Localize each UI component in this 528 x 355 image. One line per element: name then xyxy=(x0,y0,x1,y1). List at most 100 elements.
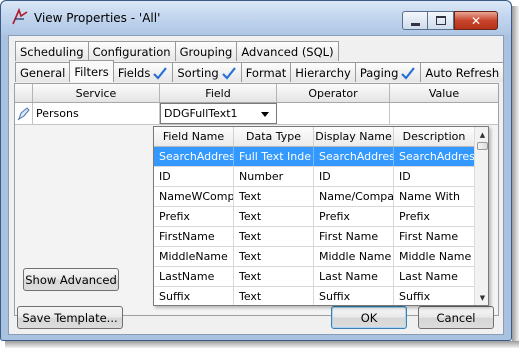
checkmark-icon xyxy=(221,66,236,80)
field-combobox-value: DDGFullText1 xyxy=(164,107,238,120)
tab-label: Fields xyxy=(117,65,151,80)
dropdown-scrollbar[interactable]: ▲ ▼ xyxy=(474,127,488,305)
checkmark-icon xyxy=(153,66,168,80)
dropdown-row[interactable]: MiddleName Text Middle Name Middle Name xyxy=(154,247,474,267)
maximize-button[interactable] xyxy=(428,11,454,30)
column-header-value[interactable]: Value xyxy=(390,84,498,102)
tab-sorting[interactable]: Sorting xyxy=(172,62,242,82)
filter-grid-header: Service Field Operator Value xyxy=(15,84,498,103)
show-advanced-button[interactable]: Show Advanced xyxy=(23,268,119,291)
dropdown-arrow-icon[interactable] xyxy=(256,104,274,125)
window-shadow-right xyxy=(512,6,519,343)
dropdown-cell-display-name: Prefix xyxy=(314,207,394,226)
ok-button[interactable]: OK xyxy=(331,306,407,329)
dropdown-cell-display-name: ID xyxy=(314,167,394,186)
minimize-icon xyxy=(411,23,420,26)
dropdown-header-field-name: Field Name xyxy=(154,127,234,146)
dropdown-row[interactable]: Suffix Text Suffix Suffix xyxy=(154,287,474,305)
dropdown-cell-data-type: Text xyxy=(234,267,314,286)
tab-label: Auto Refresh xyxy=(425,65,500,80)
dropdown-cell-display-name: Name/Compa xyxy=(314,187,394,206)
dropdown-cell-field-name: LastName xyxy=(154,267,234,286)
dropdown-cell-display-name: Last Name xyxy=(314,267,394,286)
dropdown-cell-description: ID xyxy=(399,170,411,183)
cell-value[interactable] xyxy=(390,103,498,124)
tab-label: Scheduling xyxy=(20,44,84,59)
column-header-service[interactable]: Service xyxy=(33,84,160,102)
dropdown-cell-data-type: Full Text Inde xyxy=(234,147,314,166)
scroll-thumb[interactable] xyxy=(477,142,488,150)
tab-label: Paging xyxy=(359,65,399,80)
tab-configuration[interactable]: Configuration xyxy=(87,41,176,61)
tab-label: Grouping xyxy=(179,44,233,59)
window-title: View Properties - 'All' xyxy=(34,11,161,25)
tab-paging[interactable]: Paging xyxy=(354,62,422,82)
dropdown-cell-data-type: Text xyxy=(234,207,314,226)
minimize-button[interactable] xyxy=(402,11,428,30)
dropdown-cell-data-type: Number xyxy=(234,167,314,186)
tab-fields[interactable]: Fields xyxy=(112,62,174,82)
dropdown-row[interactable]: SearchAddres Full Text Inde SearchAddres Se… xyxy=(154,147,474,167)
column-header-operator[interactable]: Operator xyxy=(277,84,390,102)
dropdown-cell-field-name: ID xyxy=(154,167,234,186)
tab-label: Hierarchy xyxy=(295,65,351,80)
scroll-up-arrow-icon[interactable]: ▲ xyxy=(475,127,488,142)
dropdown-cell-description: Suffix xyxy=(399,290,431,303)
dropdown-cell-data-type: Text xyxy=(234,247,314,266)
tab-scheduling[interactable]: Scheduling xyxy=(15,41,89,61)
dropdown-header: Field Name Data Type Display Name Descri… xyxy=(154,127,474,147)
tab-label: Advanced (SQL) xyxy=(241,44,334,59)
row-edit-indicator xyxy=(15,103,33,124)
tab-label: General xyxy=(20,65,66,80)
dropdown-cell-field-name: FirstName xyxy=(154,227,234,246)
filter-row[interactable]: Persons DDGFullText1 xyxy=(15,103,498,125)
dropdown-cell-field-name: MiddleName xyxy=(154,247,234,266)
tab-advanced-sql[interactable]: Advanced (SQL) xyxy=(236,41,339,61)
save-template-button[interactable]: Save Template... xyxy=(17,306,123,329)
column-header-field[interactable]: Field xyxy=(160,84,277,102)
dropdown-row[interactable]: LastName Text Last Name Last Name xyxy=(154,267,474,287)
dropdown-cell-field-name: Prefix xyxy=(154,207,234,226)
tab-label: Filters xyxy=(74,64,109,79)
close-button[interactable]: ✕ xyxy=(454,11,498,30)
dropdown-row[interactable]: Prefix Text Prefix Prefix xyxy=(154,207,474,227)
title-bar[interactable]: View Properties - 'All' ✕ xyxy=(1,1,511,35)
dropdown-cell-description: Middle Name xyxy=(399,250,472,263)
dropdown-cell-description: SearchAddres xyxy=(399,150,474,163)
tab-format[interactable]: Format xyxy=(240,62,292,82)
maximize-icon xyxy=(436,16,446,25)
dropdown-row[interactable]: FirstName Text First Name First Name xyxy=(154,227,474,247)
dropdown-row[interactable]: ID Number ID ID xyxy=(154,167,474,187)
dropdown-cell-data-type: Text xyxy=(234,287,314,305)
cell-operator[interactable] xyxy=(277,103,390,124)
tab-auto-refresh[interactable]: Auto Refresh xyxy=(420,62,505,82)
dropdown-cell-description: First Name xyxy=(399,230,459,243)
dropdown-cell-description: Prefix xyxy=(399,210,430,223)
dropdown-cell-field-name: SearchAddres xyxy=(154,147,234,166)
checkmark-icon xyxy=(401,66,416,80)
dropdown-cell-display-name: Suffix xyxy=(314,287,394,305)
dropdown-cell-display-name: SearchAddres xyxy=(314,147,394,166)
dropdown-cell-field-name: Suffix xyxy=(154,287,234,305)
tab-hierarchy[interactable]: Hierarchy xyxy=(290,62,356,82)
tab-filters[interactable]: Filters xyxy=(69,60,114,82)
scroll-down-arrow-icon[interactable]: ▼ xyxy=(475,290,488,305)
tab-grouping[interactable]: Grouping xyxy=(174,41,238,61)
dropdown-cell-display-name: First Name xyxy=(314,227,394,246)
cell-service[interactable]: Persons xyxy=(33,103,160,124)
dropdown-cell-description: Name With xyxy=(399,190,460,203)
dropdown-cell-field-name: NameWComp xyxy=(154,187,234,206)
tab-general[interactable]: General xyxy=(15,62,71,82)
close-icon: ✕ xyxy=(470,13,482,28)
field-dropdown-list[interactable]: Field Name Data Type Display Name Descri… xyxy=(153,126,489,306)
field-combobox[interactable]: DDGFullText1 xyxy=(160,103,277,124)
dropdown-cell-data-type: Text xyxy=(234,227,314,246)
dropdown-header-description: Description xyxy=(402,130,466,143)
row-indicator-header xyxy=(15,84,33,102)
edit-pencil-icon xyxy=(17,106,30,120)
dropdown-row[interactable]: NameWComp Text Name/Compa Name With xyxy=(154,187,474,207)
dropdown-cell-description: Last Name xyxy=(399,270,458,283)
tab-row-top: Scheduling Configuration Grouping Advanc… xyxy=(15,41,339,61)
tab-label: Format xyxy=(245,65,287,80)
cancel-button[interactable]: Cancel xyxy=(418,306,494,329)
